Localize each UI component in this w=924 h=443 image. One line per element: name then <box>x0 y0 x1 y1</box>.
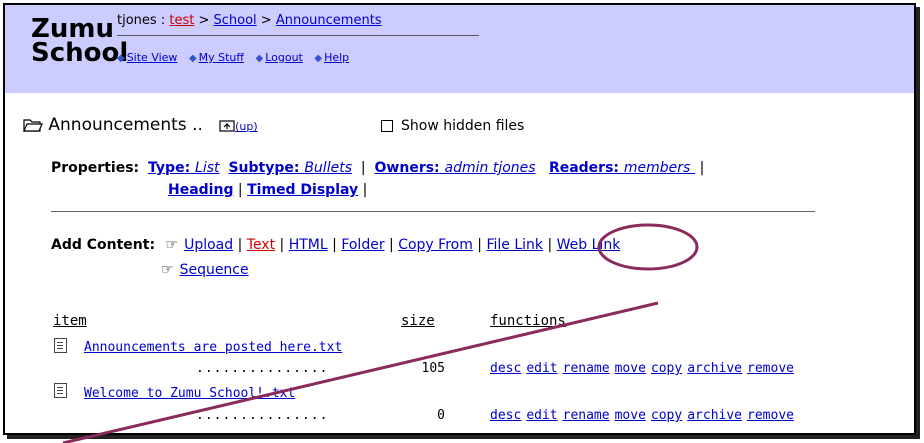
annotation-ellipse <box>597 223 699 271</box>
annotation-overlay <box>62 223 699 443</box>
annotation-line <box>62 301 659 443</box>
